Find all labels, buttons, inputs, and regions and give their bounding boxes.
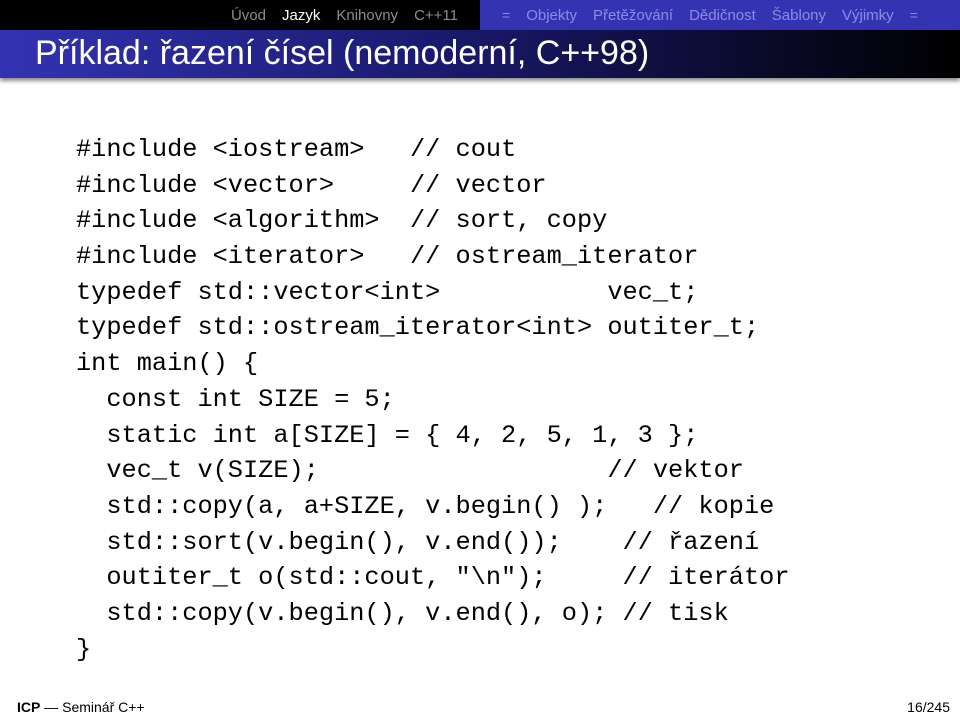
nav-subsection-sablony[interactable]: Šablony bbox=[772, 7, 826, 24]
nav-subsection-vyjimky[interactable]: Výjimky bbox=[842, 7, 894, 24]
footer-separator: — bbox=[44, 699, 59, 715]
nav-separator-icon: = bbox=[909, 7, 918, 23]
nav-section-knihovny[interactable]: Knihovny bbox=[336, 7, 398, 24]
footer: ICP — Seminář C++ 16/245 bbox=[0, 696, 960, 716]
code-line: #include <algorithm> // sort, copy bbox=[76, 203, 790, 239]
code-line: outiter_t o(std::cout, "\n"); // iteráto… bbox=[76, 560, 790, 596]
nav-subsection-objekty[interactable]: Objekty bbox=[526, 7, 577, 24]
code-comment: // tisk bbox=[622, 598, 729, 628]
code-line: int main() { bbox=[76, 346, 790, 382]
code-text: #include <iterator> bbox=[76, 242, 410, 272]
code-text: vec_t v(SIZE); bbox=[76, 456, 608, 486]
nav-section-uvod[interactable]: Úvod bbox=[231, 7, 266, 24]
code-text: #include <vector> bbox=[76, 170, 410, 200]
footer-info: ICP — Seminář C++ bbox=[17, 699, 145, 715]
code-comment: // řazení bbox=[622, 527, 760, 557]
nav-subsection-pretezovani[interactable]: Přetěžování bbox=[593, 7, 673, 24]
code-text: std::copy(v.begin(), v.end(), o); bbox=[76, 598, 623, 628]
code-text: std::sort(v.begin(), v.end()); bbox=[76, 527, 623, 557]
code-line: #include <iostream> // cout bbox=[76, 132, 790, 168]
slide-title: Příklad: řazení čísel (nemoderní, C++98) bbox=[35, 34, 650, 72]
code-text: #include <iostream> bbox=[76, 135, 410, 164]
code-comment: // ostream_iterator bbox=[409, 242, 699, 272]
code-line: std::copy(a, a+SIZE, v.begin() ); // kop… bbox=[76, 489, 790, 525]
code-text: static int a[SIZE] = { 4, 2, 5, 1, 3 }; bbox=[76, 420, 699, 450]
navigation-bar: Úvod Jazyk Knihovny C++11 = Objekty Přet… bbox=[0, 0, 960, 30]
code-text: #include <algorithm> bbox=[76, 206, 410, 236]
code-text: std::copy(a, a+SIZE, v.begin() ); bbox=[76, 491, 653, 521]
code-line: typedef std::ostream_iterator<int> outit… bbox=[76, 310, 790, 346]
code-text: } bbox=[76, 634, 92, 664]
code-line: } bbox=[76, 632, 790, 668]
code-text: typedef std::vector<int> vec_t; bbox=[76, 277, 699, 307]
code-comment: // vector bbox=[409, 170, 547, 200]
footer-brand: ICP bbox=[17, 699, 41, 715]
code-block: #include <iostream> // cout #include <vec… bbox=[76, 132, 790, 667]
nav-section-cpp11[interactable]: C++11 bbox=[414, 7, 458, 24]
code-line: #include <vector> // vector bbox=[76, 168, 790, 204]
code-comment: // cout bbox=[409, 135, 517, 164]
code-text: const int SIZE = 5; bbox=[76, 384, 395, 414]
footer-subtitle: Seminář C++ bbox=[62, 699, 145, 715]
code-line: #include <iterator> // ostream_iterator bbox=[76, 239, 790, 275]
subsection-nav: = Objekty Přetěžování Dědičnost Šablony … bbox=[480, 0, 960, 30]
code-comment: // kopie bbox=[652, 491, 775, 521]
code-line: typedef std::vector<int> vec_t; bbox=[76, 275, 790, 311]
nav-section-jazyk[interactable]: Jazyk bbox=[282, 7, 320, 24]
code-line: static int a[SIZE] = { 4, 2, 5, 1, 3 }; bbox=[76, 418, 790, 454]
code-line: const int SIZE = 5; bbox=[76, 382, 790, 418]
code-line: std::sort(v.begin(), v.end()); // řazení bbox=[76, 525, 790, 561]
page-number: 16/245 bbox=[907, 699, 950, 715]
section-nav: Úvod Jazyk Knihovny C++11 bbox=[0, 0, 480, 30]
code-comment: // sort, copy bbox=[409, 206, 608, 236]
code-text: outiter_t o(std::cout, "\n"); bbox=[76, 563, 623, 593]
code-comment: // vektor bbox=[607, 456, 744, 486]
nav-separator-icon: = bbox=[502, 7, 511, 23]
code-comment: // iterátor bbox=[622, 563, 790, 593]
code-text: typedef std::ostream_iterator<int> outit… bbox=[76, 313, 760, 343]
code-line: std::copy(v.begin(), v.end(), o); // tis… bbox=[76, 596, 790, 632]
title-bar: Příklad: řazení čísel (nemoderní, C++98) bbox=[0, 30, 960, 78]
code-text: int main() { bbox=[76, 349, 259, 379]
nav-subsection-dedicnost[interactable]: Dědičnost bbox=[689, 7, 756, 24]
code-line: vec_t v(SIZE); // vektor bbox=[76, 453, 790, 489]
